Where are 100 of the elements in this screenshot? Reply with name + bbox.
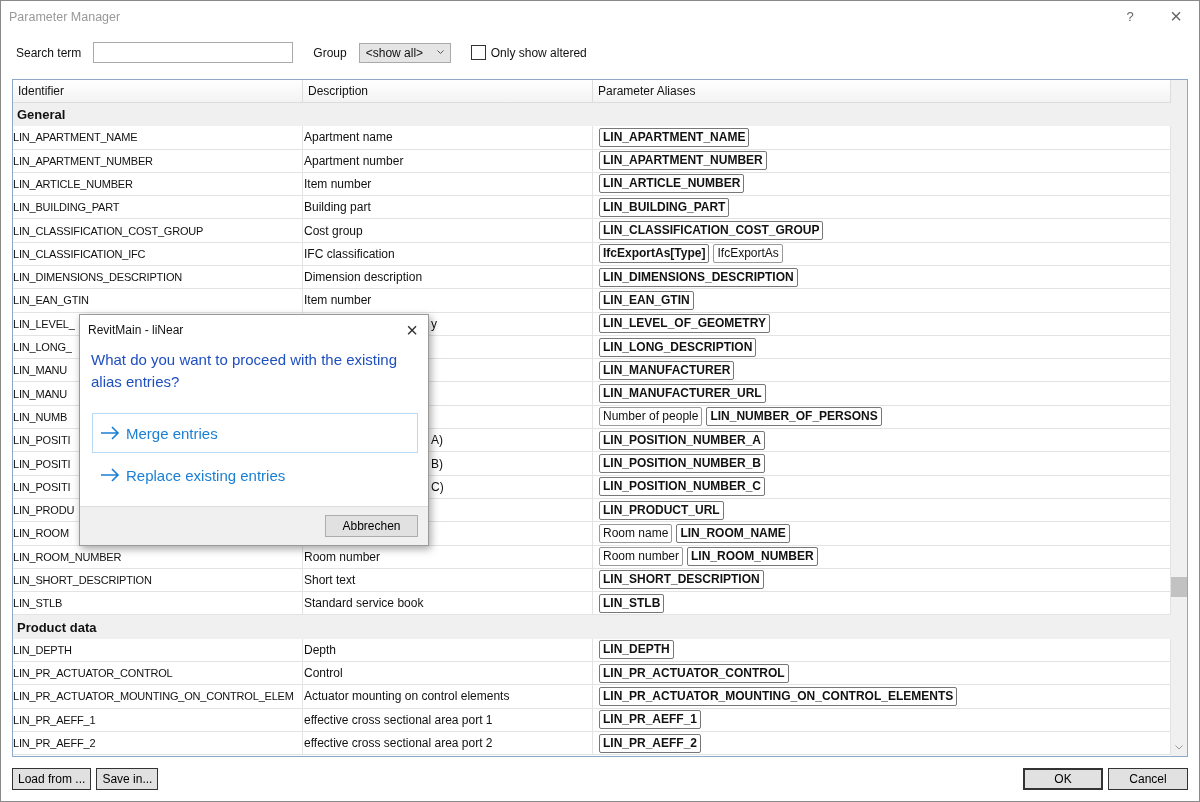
- search-field[interactable]: [93, 42, 294, 64]
- identifier-cell: LIN_BUILDING_PART: [13, 201, 120, 214]
- identifier-cell: LIN_NUMB: [13, 410, 68, 423]
- caret-icon: [436, 50, 444, 56]
- description-cell: A): [431, 433, 443, 448]
- alias-tag[interactable]: LIN_LONG_DESCRIPTION: [599, 337, 757, 357]
- identifier-cell: LIN_PR_AEFF_2: [13, 737, 96, 750]
- alias-tag[interactable]: LIN_POSITION_NUMBER_B: [599, 454, 766, 473]
- description-cell: IFC classification: [304, 246, 395, 261]
- alias-tag[interactable]: IfcExportAs[Type]: [599, 244, 710, 264]
- identifier-cell: LIN_CLASSIFICATION_IFC: [13, 247, 146, 260]
- alias-tag[interactable]: Room number: [599, 547, 684, 567]
- abort-button[interactable]: Abbrechen: [325, 515, 418, 537]
- alias-tag[interactable]: LIN_POSITION_NUMBER_A: [599, 430, 766, 450]
- close-button[interactable]: ×: [1153, 5, 1199, 29]
- dialog-question: What do you want to proceed with the existing alias entries?: [91, 350, 398, 392]
- description-cell: Actuator mounting on control elements: [304, 689, 510, 704]
- scrollbar[interactable]: [1171, 79, 1187, 757]
- alias-tag[interactable]: LIN_EAN_GTIN: [599, 290, 694, 310]
- group-label: Group: [313, 45, 347, 60]
- alias-tag[interactable]: LIN_LEVEL_OF_GEOMETRY: [599, 314, 770, 334]
- footer-button[interactable]: Cancel: [1108, 768, 1188, 790]
- group-dropdown[interactable]: <show all>: [358, 42, 451, 63]
- checkbox-label: Only show altered: [490, 45, 587, 60]
- dialog-title: RevitMain - liNear: [88, 323, 184, 337]
- description-cell: Cost group: [304, 223, 363, 238]
- identifier-cell: LIN_APARTMENT_NUMBER: [13, 154, 153, 167]
- alias-tag[interactable]: LIN_STLB: [599, 593, 665, 613]
- arrow-icon: [100, 468, 120, 482]
- description-cell: Standard service book: [304, 596, 424, 611]
- command-link[interactable]: Replace existing entries: [92, 455, 418, 495]
- description-cell: Short text: [304, 573, 356, 587]
- identifier-cell: LIN_EAN_GTIN: [13, 294, 89, 307]
- description-cell: C): [431, 479, 444, 494]
- alias-tag[interactable]: LIN_APARTMENT_NAME: [599, 127, 750, 147]
- alias-tag[interactable]: LIN_PR_ACTUATOR_MOUNTING_ON_CONTROL_ELEMENTS: [599, 686, 958, 706]
- footer-button[interactable]: OK: [1023, 768, 1103, 790]
- identifier-cell: LIN_MANU: [13, 364, 68, 377]
- identifier-cell: LIN_DEPTH: [13, 643, 72, 656]
- group-heading: General: [17, 107, 66, 123]
- alias-tag[interactable]: LIN_PR_ACTUATOR_CONTROL: [599, 663, 789, 683]
- checkbox[interactable]: [470, 45, 486, 61]
- column-header[interactable]: Description: [303, 79, 593, 102]
- alias-tag[interactable]: LIN_CLASSIFICATION_COST_GROUP: [599, 221, 824, 241]
- window-title: Parameter Manager: [9, 9, 122, 24]
- group-heading: Product data: [17, 619, 97, 635]
- identifier-cell: LIN_DIMENSIONS_DESCRIPTION: [13, 271, 182, 284]
- alias-tag[interactable]: LIN_ROOM_NUMBER: [687, 547, 818, 567]
- description-cell: Building part: [304, 200, 371, 215]
- alias-tag[interactable]: LIN_DEPTH: [599, 640, 674, 660]
- identifier-cell: LIN_ARTICLE_NUMBER: [13, 177, 133, 190]
- alias-tag[interactable]: LIN_NUMBER_OF_PERSONS: [706, 407, 882, 427]
- alias-tag[interactable]: LIN_PRODUCT_URL: [599, 500, 724, 520]
- identifier-cell: LIN_ROOM: [13, 527, 69, 540]
- description-cell: Item number: [304, 176, 372, 191]
- scrollbar-thumb[interactable]: [1171, 576, 1187, 597]
- alias-tag[interactable]: LIN_DIMENSIONS_DESCRIPTION: [599, 267, 798, 287]
- scroll-down-icon[interactable]: [1175, 745, 1183, 751]
- identifier-cell: LIN_CLASSIFICATION_COST_GROUP: [13, 224, 204, 237]
- identifier-cell: LIN_STLB: [13, 597, 63, 610]
- identifier-cell: LIN_PR_ACTUATOR_MOUNTING_ON_CONTROL_ELEM: [13, 690, 294, 703]
- description-cell: Apartment name: [304, 130, 393, 145]
- command-link[interactable]: Merge entries: [92, 413, 418, 453]
- description-cell: Depth: [304, 642, 337, 657]
- alias-tag[interactable]: LIN_PR_AEFF_2: [599, 733, 702, 753]
- description-cell: Room number: [304, 549, 381, 564]
- description-cell: effective cross sectional area port 1: [304, 712, 493, 727]
- arrow-icon: [100, 426, 120, 440]
- column-header[interactable]: Identifier: [13, 79, 303, 102]
- description-cell: Dimension description: [304, 270, 423, 285]
- alias-tag[interactable]: LIN_MANUFACTURER: [599, 360, 735, 380]
- search-label: Search term: [16, 45, 82, 60]
- identifier-cell: LIN_MANU: [13, 387, 68, 400]
- identifier-cell: LIN_SHORT_DESCRIPTION: [13, 574, 152, 586]
- alias-tag[interactable]: Number of people: [599, 407, 703, 427]
- alias-tag[interactable]: LIN_ROOM_NAME: [676, 523, 790, 543]
- alias-tag[interactable]: LIN_MANUFACTURER_URL: [599, 384, 766, 404]
- identifier-cell: LIN_POSITI: [13, 457, 71, 470]
- identifier-cell: LIN_ROOM_NUMBER: [13, 550, 122, 563]
- alias-tag[interactable]: LIN_ARTICLE_NUMBER: [599, 174, 745, 194]
- alias-tag[interactable]: LIN_POSITION_NUMBER_C: [599, 477, 766, 497]
- description-cell: y: [431, 316, 437, 331]
- file-button[interactable]: Load from ...: [12, 768, 92, 790]
- identifier-cell: LIN_PRODU: [13, 504, 75, 517]
- alias-tag[interactable]: LIN_APARTMENT_NUMBER: [599, 151, 767, 171]
- identifier-cell: LIN_LEVEL_: [13, 317, 75, 330]
- identifier-cell: LIN_PR_ACTUATOR_CONTROL: [13, 667, 173, 680]
- alias-tag[interactable]: LIN_PR_AEFF_1: [599, 710, 702, 730]
- alias-tag[interactable]: LIN_BUILDING_PART: [599, 197, 730, 217]
- file-button[interactable]: Save in...: [96, 768, 159, 790]
- alias-tag[interactable]: Room name: [599, 523, 673, 543]
- help-button[interactable]: ?: [1107, 9, 1153, 25]
- identifier-cell: LIN_APARTMENT_NAME: [13, 131, 138, 144]
- identifier-cell: LIN_POSITI: [13, 434, 71, 447]
- description-cell: Control: [304, 666, 343, 681]
- alias-tag[interactable]: LIN_SHORT_DESCRIPTION: [599, 570, 764, 590]
- identifier-cell: LIN_PR_AEFF_1: [13, 713, 96, 726]
- close-button[interactable]: ×: [406, 318, 418, 342]
- description-cell: Item number: [304, 293, 372, 308]
- alias-tag[interactable]: IfcExportAs: [713, 244, 783, 264]
